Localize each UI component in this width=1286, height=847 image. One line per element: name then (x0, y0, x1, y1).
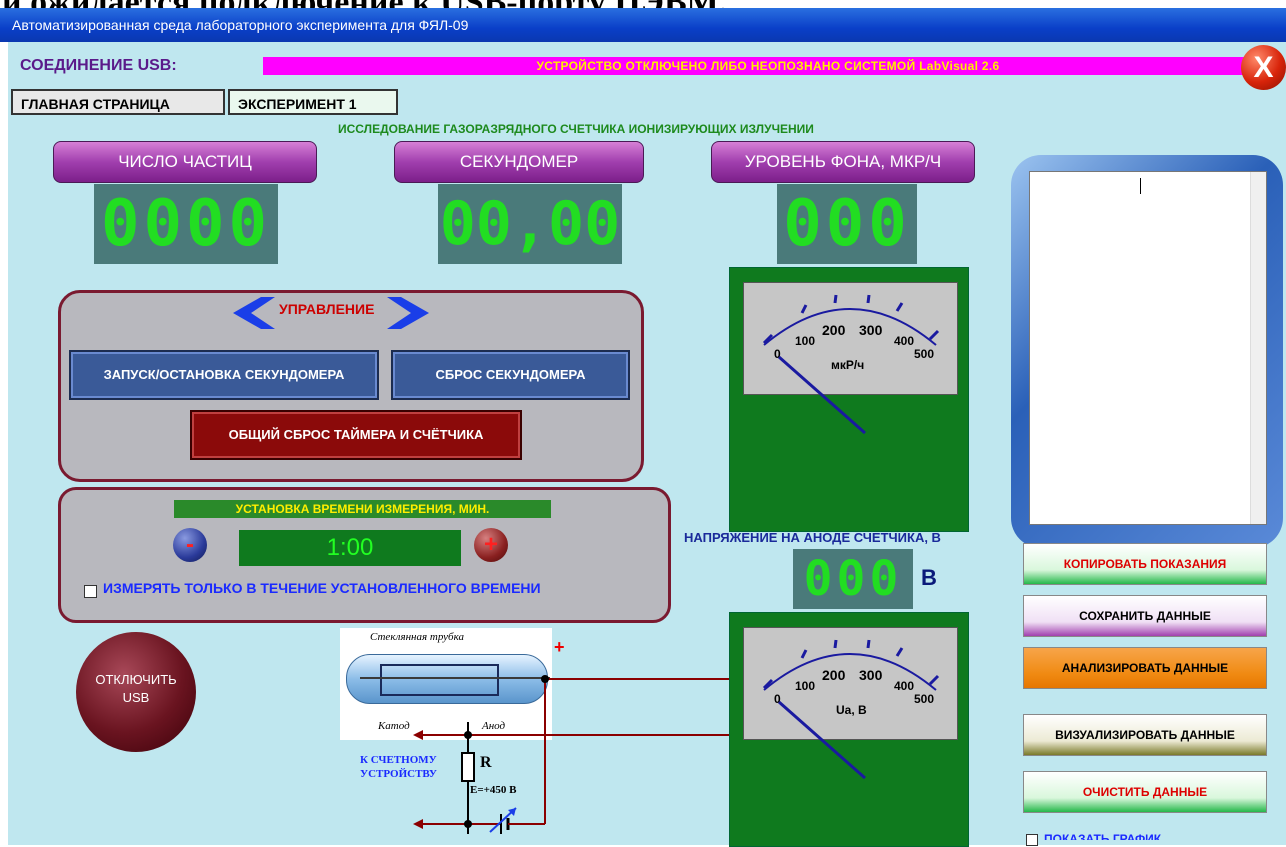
bg-meter-tick-500: 500 (914, 347, 935, 361)
reset-stopwatch-button[interactable]: СБРОС СЕКУНДОМЕРА (391, 350, 630, 400)
glass-tube-label: Стеклянная трубка (370, 631, 464, 643)
bg-meter-tick-100: 100 (795, 334, 816, 348)
background-level-meter: 0 100 200 300 400 500 мкР/ч (729, 267, 969, 532)
tab-main-page[interactable]: ГЛАВНАЯ СТРАНИЦА (11, 89, 225, 115)
bg-meter-tick-400: 400 (894, 334, 915, 348)
measure-only-set-time-checkbox[interactable] (84, 585, 97, 598)
next-arrow-icon[interactable] (386, 295, 431, 331)
particles-count-label: ЧИСЛО ЧАСТИЦ (53, 141, 317, 183)
tab-experiment-1[interactable]: ЭКСПЕРИМЕНТ 1 (228, 89, 398, 115)
data-text-scrollbar[interactable] (1250, 172, 1266, 524)
data-text-area[interactable] (1029, 171, 1267, 525)
anode-meter-tick-500: 500 (914, 692, 935, 706)
measurement-time-panel: УСТАНОВКА ВРЕМЕНИ ИЗМЕРЕНИЯ, МИН. - 1:00… (58, 487, 671, 623)
disconnect-usb-label-1: ОТКЛЮЧИТЬ (95, 672, 177, 687)
clear-data-button[interactable]: ОЧИСТИТЬ ДАННЫЕ (1023, 771, 1267, 813)
anode-voltage-display: 000 (793, 549, 913, 609)
anode-meter-tick-100: 100 (795, 679, 816, 693)
cathode-label: Катод (378, 720, 410, 732)
previous-arrow-icon[interactable] (231, 295, 276, 331)
anode-meter-tick-200: 200 (822, 667, 846, 683)
disconnect-usb-button[interactable]: ОТКЛЮЧИТЬ USB (76, 632, 196, 752)
control-title: УПРАВЛЕНИЕ (279, 301, 375, 317)
app-window: Автоматизированная среда лабораторного э… (0, 8, 1286, 847)
show-graph-checkbox[interactable] (1026, 834, 1038, 846)
resistor-label: R (480, 754, 492, 771)
counter-device-label-2: УСТРОЙСТВУ (360, 768, 437, 780)
stopwatch-label: СЕКУНДОМЕР (394, 141, 644, 183)
bg-meter-tick-300: 300 (859, 322, 883, 338)
decrease-time-button[interactable]: - (173, 528, 207, 562)
app-client-area: СОЕДИНЕНИЕ USB: УСТРОЙСТВО ОТКЛЮЧЕНО ЛИБ… (8, 42, 1286, 847)
measure-only-set-time-label: ИЗМЕРЯТЬ ТОЛЬКО В ТЕЧЕНИЕ УСТАНОВЛЕННОГО… (103, 580, 541, 596)
window-title: Автоматизированная среда лабораторного э… (0, 8, 1286, 42)
source-voltage-label: E=+450 В (470, 784, 517, 796)
positive-terminal-label: + (554, 637, 565, 657)
data-area-frame (1011, 155, 1283, 548)
copy-readings-button[interactable]: КОПИРОВАТЬ ПОКАЗАНИЯ (1023, 543, 1267, 585)
anode-voltage-meter: 0 100 200 300 400 500 Ua, B (729, 612, 969, 847)
control-panel: УПРАВЛЕНИЕ ЗАПУСК/ОСТАНОВКА СЕКУНДОМЕРА … (58, 290, 644, 482)
text-cursor (1140, 178, 1141, 194)
anode-meter-needle (778, 700, 866, 780)
usb-connection-label: СОЕДИНЕНИЕ USB: (20, 57, 177, 74)
background-level-display: 000 (777, 184, 917, 264)
bg-meter-needle (778, 355, 866, 435)
anode-voltage-unit: В (921, 565, 937, 590)
anode-voltage-title: НАПРЯЖЕНИЕ НА АНОДЕ СЧЕТЧИКА, В (684, 530, 941, 545)
connection-status-bar: УСТРОЙСТВО ОТКЛЮЧЕНО ЛИБО НЕОПОЗНАНО СИС… (263, 57, 1273, 75)
analyze-data-button[interactable]: АНАЛИЗИРОВАТЬ ДАННЫЕ (1023, 647, 1267, 689)
save-data-button[interactable]: СОХРАНИТЬ ДАННЫЕ (1023, 595, 1267, 637)
anode-meter-tick-300: 300 (859, 667, 883, 683)
start-stop-stopwatch-button[interactable]: ЗАПУСК/ОСТАНОВКА СЕКУНДОМЕРА (69, 350, 379, 400)
disconnect-usb-label-2: USB (122, 690, 150, 705)
background-level-label: УРОВЕНЬ ФОНА, МКР/Ч (711, 141, 975, 183)
show-graph-label: ПОКАЗАТЬ ГРАФИК (1044, 832, 1162, 840)
particles-count-display: 0000 (94, 184, 278, 264)
experiment-title: ИССЛЕДОВАНИЕ ГАЗОРАЗРЯДНОГО СЧЕТЧИКА ИОН… (338, 122, 814, 136)
increase-time-button[interactable]: + (474, 528, 508, 562)
circuit-wiring (413, 675, 729, 834)
measurement-time-display: 1:00 (239, 530, 461, 566)
bg-meter-tick-200: 200 (822, 322, 846, 338)
counter-device-label-1: К СЧЕТНОМУ (360, 754, 437, 766)
stopwatch-display: 00,00 (438, 184, 622, 264)
visualize-data-button[interactable]: ВИЗУАЛИЗИРОВАТЬ ДАННЫЕ (1023, 714, 1267, 756)
close-button[interactable]: X (1241, 45, 1286, 90)
measurement-time-title: УСТАНОВКА ВРЕМЕНИ ИЗМЕРЕНИЯ, МИН. (174, 500, 551, 518)
anode-meter-tick-400: 400 (894, 679, 915, 693)
reset-timer-and-counter-button[interactable]: ОБЩИЙ СБРОС ТАЙМЕРА И СЧЁТЧИКА (190, 410, 522, 460)
